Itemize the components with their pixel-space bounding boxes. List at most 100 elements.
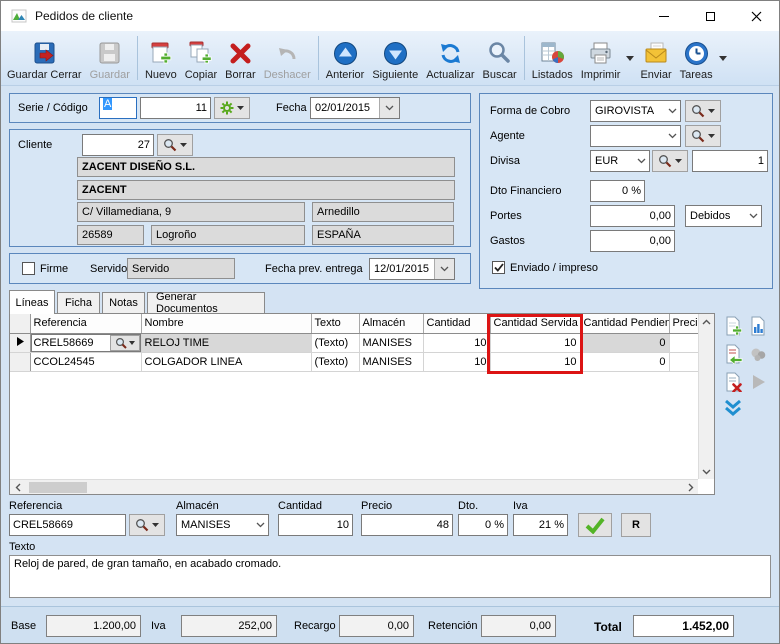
referencia-search-button[interactable] [110,335,140,351]
scrollbar-thumb[interactable] [29,482,87,493]
dto-financiero-input[interactable] [590,180,645,202]
col-texto[interactable]: Texto [311,314,359,333]
recargo-field: 0,00 [339,615,414,637]
maximize-button[interactable] [687,1,733,31]
deshacer-button[interactable]: Deshacer [260,33,315,83]
col-nombre[interactable]: Nombre [141,314,311,333]
tareas-menu-caret[interactable] [717,33,729,83]
fecha-dropdown-icon[interactable] [379,98,399,118]
tab-lineas[interactable]: Líneas [9,290,55,314]
forma-cobro-combo[interactable]: GIROVISTA [590,100,681,122]
edit-referencia-input[interactable] [9,514,126,536]
cambio-input[interactable] [692,150,768,172]
gastos-input[interactable] [590,230,675,252]
r-button[interactable]: R [621,513,651,537]
line-report-button[interactable] [748,316,768,336]
listados-button[interactable]: Listados [528,33,577,83]
referencia-cell-editor[interactable]: CREL58669 [31,334,141,352]
cell-nombre[interactable]: COLGADOR LINEA [141,352,311,371]
cliente-search-button[interactable] [157,134,193,156]
cell-precio[interactable] [669,352,699,371]
scroll-right-icon[interactable] [683,480,698,495]
edit-referencia-search-button[interactable] [129,514,165,536]
tareas-button[interactable]: Tareas [676,33,717,83]
fecha-prev-combo[interactable]: 12/01/2015 [369,258,455,280]
cliente-codigo-input[interactable] [82,134,154,156]
copiar-button[interactable]: Copiar [181,33,221,83]
cell-cantidad-servida[interactable]: 10 [490,352,580,371]
cell-texto[interactable]: (Texto) [311,352,359,371]
fecha-combo[interactable]: 02/01/2015 [310,97,400,119]
divisa-combo[interactable]: EUR [590,150,650,172]
edit-dto-input[interactable] [458,514,508,536]
agente-search-button[interactable] [685,125,721,147]
anterior-button[interactable]: Anterior [322,33,369,83]
cell-cantidad[interactable]: 10 [423,333,490,352]
edit-almacen-combo[interactable]: MANISES [176,514,269,536]
borrar-button[interactable]: Borrar [221,33,260,83]
cell-cantidad-pendiente[interactable]: 0 [580,333,669,352]
scroll-down-icon[interactable] [699,464,714,479]
texto-textarea[interactable]: Reloj de pared, de gran tamaño, en acaba… [9,555,771,598]
edit-cantidad-input[interactable] [278,514,353,536]
enviado-checkbox[interactable] [492,261,505,274]
insert-line-button[interactable] [723,344,743,364]
tab-generar-documentos[interactable]: Generar Documentos [147,292,265,313]
enviar-button[interactable]: Enviar [636,33,675,83]
divisa-search-button[interactable] [652,150,688,172]
guardar-button[interactable]: Guardar [86,33,134,83]
buscar-button[interactable]: Buscar [478,33,520,83]
forma-cobro-search-button[interactable] [685,100,721,122]
confirm-line-button[interactable] [578,513,612,537]
imprimir-button[interactable]: Imprimir [577,33,625,83]
minimize-button[interactable] [641,1,687,31]
grid-vertical-scrollbar[interactable] [698,314,714,479]
cell-texto[interactable]: (Texto) [311,333,359,352]
codigo-input[interactable] [140,97,211,119]
close-button[interactable] [733,1,779,31]
col-almacen[interactable]: Almacén [359,314,423,333]
cell-nombre[interactable]: RELOJ TIME [141,333,311,352]
col-precio[interactable]: Preci [669,314,699,333]
siguiente-button[interactable]: Siguiente [368,33,422,83]
edit-precio-input[interactable] [361,514,453,536]
cell-cantidad-servida[interactable]: 10 [490,333,580,352]
tab-ficha[interactable]: Ficha [57,292,100,313]
cell-almacen[interactable]: MANISES [359,333,423,352]
edit-iva-input[interactable] [513,514,568,536]
gastos-label: Gastos [490,235,525,248]
cliente-cp-field: 26589 [77,225,144,245]
expand-lines-button[interactable] [723,398,743,418]
guardar-cerrar-button[interactable]: Guardar Cerrar [3,33,86,83]
imprimir-menu-caret[interactable] [624,33,636,83]
firme-checkbox[interactable] [22,262,35,275]
row-selector[interactable] [10,352,30,371]
col-cantidad[interactable]: Cantidad [423,314,490,333]
serie-options-button[interactable] [214,97,250,119]
cell-referencia[interactable]: CCOL24545 [30,352,141,371]
scroll-left-icon[interactable] [10,480,25,495]
serie-input[interactable]: A [99,97,137,119]
grid-row-1[interactable]: CREL58669 RELOJ TIME (Texto) MANISES 10 [10,333,699,352]
caret-down-icon [675,159,682,163]
fecha-prev-dropdown-icon[interactable] [434,259,454,279]
col-cantidad-pendiente[interactable]: Cantidad Pendiente [580,314,669,333]
col-referencia[interactable]: Referencia [30,314,141,333]
actualizar-button[interactable]: Actualizar [422,33,478,83]
cell-referencia[interactable]: CREL58669 [30,333,141,352]
col-cantidad-servida[interactable]: Cantidad Servida [490,314,580,333]
grid-row-2[interactable]: CCOL24545 COLGADOR LINEA (Texto) MANISES… [10,352,699,371]
grid-horizontal-scrollbar[interactable] [10,479,698,494]
add-line-button[interactable] [723,316,743,336]
nuevo-button[interactable]: Nuevo [141,33,181,83]
cell-precio[interactable] [669,333,699,352]
portes-tipo-combo[interactable]: Debidos [685,205,762,227]
cell-cantidad[interactable]: 10 [423,352,490,371]
delete-line-button[interactable] [723,372,743,392]
portes-input[interactable] [590,205,675,227]
cell-cantidad-pendiente[interactable]: 0 [580,352,669,371]
cell-almacen[interactable]: MANISES [359,352,423,371]
agente-combo[interactable] [590,125,681,147]
tab-notas[interactable]: Notas [102,292,145,313]
scroll-up-icon[interactable] [699,314,714,329]
